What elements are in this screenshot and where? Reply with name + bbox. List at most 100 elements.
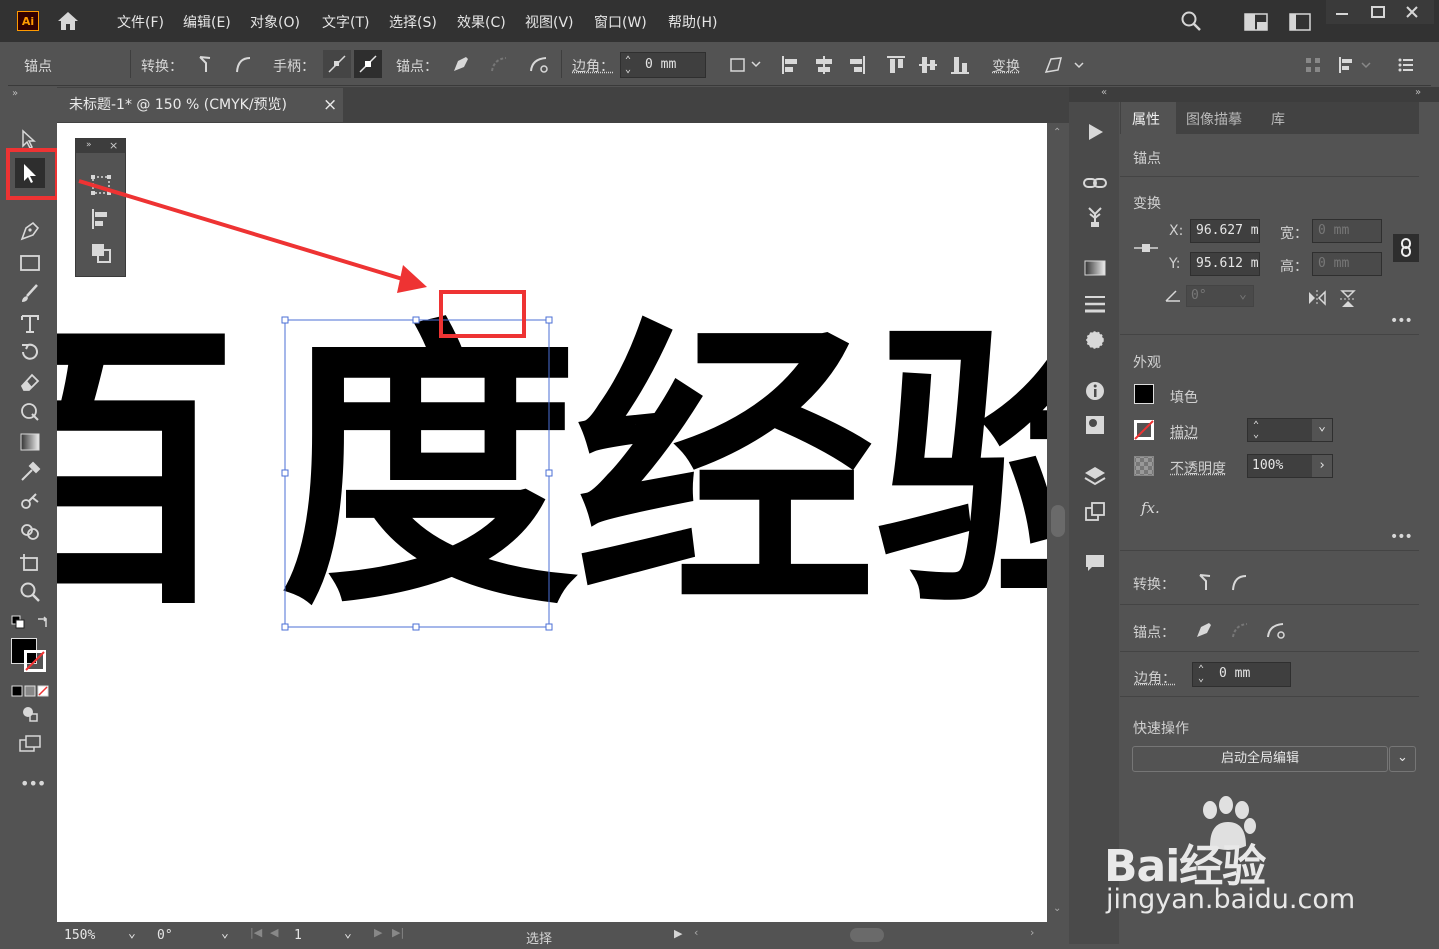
- eyedropper-tool-icon[interactable]: [18, 460, 42, 488]
- blend-tool-icon[interactable]: [18, 490, 42, 518]
- pathfinder-panel-icon[interactable]: [89, 241, 113, 265]
- horizontal-scrollbar[interactable]: ‹ ›: [690, 925, 1047, 945]
- remove-anchor-panel-icon[interactable]: [1193, 619, 1215, 645]
- rectangle-tool-icon[interactable]: [18, 252, 42, 278]
- menu-object[interactable]: 对象(O): [250, 12, 300, 32]
- reference-point-icon[interactable]: [1132, 238, 1160, 262]
- symbols-icon[interactable]: [1083, 204, 1107, 232]
- stroke-label[interactable]: 描边: [1170, 422, 1198, 442]
- artboard-select[interactable]: 1 ⌄: [290, 925, 362, 947]
- scrollbar-thumb[interactable]: [1051, 505, 1065, 537]
- menu-view[interactable]: 视图(V): [525, 12, 574, 32]
- menu-type[interactable]: 文字(T): [322, 12, 369, 32]
- flip-horizontal-icon[interactable]: [1306, 288, 1328, 312]
- edit-toolbar-icon[interactable]: •••: [20, 774, 46, 793]
- floating-panel[interactable]: » ×: [75, 138, 126, 277]
- shape-options-icon[interactable]: [728, 54, 762, 78]
- align-right-icon[interactable]: [845, 54, 867, 80]
- appearance-more-options-icon[interactable]: •••: [1390, 529, 1413, 545]
- eraser-tool-icon[interactable]: [18, 370, 42, 398]
- scroll-down-icon[interactable]: ⌄: [1053, 903, 1061, 914]
- chevron-right-icon[interactable]: ›: [1312, 455, 1332, 477]
- dock-collapse-right-icon[interactable]: »: [1415, 87, 1421, 98]
- corner-heading[interactable]: 边角：: [1134, 668, 1176, 688]
- search-icon[interactable]: [1180, 10, 1202, 36]
- dock-collapse-left-icon[interactable]: «: [1101, 87, 1107, 98]
- default-colors-icon[interactable]: [11, 614, 25, 633]
- menu-help[interactable]: 帮助(H): [668, 12, 717, 32]
- fx-button[interactable]: fx.: [1141, 499, 1160, 517]
- minimize-icon[interactable]: [1334, 4, 1350, 18]
- screen-mode-icon[interactable]: [18, 734, 42, 758]
- stroke-weight-dropdown-icon[interactable]: ⌄: [1312, 419, 1332, 441]
- shape-builder-tool-icon[interactable]: [18, 520, 42, 548]
- corner-stepper[interactable]: ⌃ ⌄ 0 mm: [620, 52, 706, 78]
- menu-window[interactable]: 窗口(W): [594, 12, 647, 32]
- play-action-icon[interactable]: [1084, 121, 1106, 147]
- opacity-swatch[interactable]: [1134, 456, 1154, 476]
- align-horizontal-center-icon[interactable]: [813, 54, 835, 80]
- convert-smooth-icon[interactable]: [1230, 572, 1250, 596]
- convert-to-smooth-icon[interactable]: [234, 54, 254, 78]
- transform-panel-icon[interactable]: [89, 173, 113, 197]
- artboards-panel-icon[interactable]: [1083, 500, 1107, 528]
- panel-menu-icon[interactable]: [1397, 57, 1415, 77]
- layers-panel-icon[interactable]: [1083, 464, 1107, 492]
- menu-file[interactable]: 文件(F): [117, 12, 164, 32]
- arrange-documents-icon[interactable]: [1244, 13, 1268, 35]
- artboard-tool-icon[interactable]: [18, 550, 42, 578]
- scroll-left-icon[interactable]: ‹: [694, 926, 698, 939]
- zoom-select[interactable]: 150% ⌄: [60, 925, 144, 947]
- global-edit-button[interactable]: 启动全局编辑: [1132, 746, 1388, 772]
- close-tab-icon[interactable]: ×: [323, 88, 337, 122]
- status-menu-icon[interactable]: ▶: [674, 927, 682, 940]
- menu-effect[interactable]: 效果(C): [457, 12, 506, 32]
- tab-libraries[interactable]: 库: [1271, 109, 1285, 129]
- comments-panel-icon[interactable]: [1083, 551, 1107, 579]
- swap-colors-icon[interactable]: [36, 614, 50, 633]
- convert-corner-icon[interactable]: [1196, 572, 1216, 596]
- remove-anchor-icon[interactable]: [450, 53, 472, 79]
- drawing-mode-icon[interactable]: [20, 704, 40, 728]
- gradient-tool-icon[interactable]: [18, 431, 42, 457]
- cut-path-panel-icon[interactable]: [1265, 619, 1287, 645]
- stroke-color-swatch[interactable]: [1133, 419, 1155, 445]
- tab-properties[interactable]: 属性: [1121, 102, 1176, 134]
- links-icon[interactable]: [1082, 172, 1108, 198]
- global-edit-options-button[interactable]: ⌄: [1389, 746, 1416, 772]
- rotate-tool-icon[interactable]: [18, 340, 42, 368]
- info-panel-icon[interactable]: [1083, 379, 1107, 407]
- tab-image-trace[interactable]: 图像描摹: [1186, 109, 1242, 129]
- zoom-tool-icon[interactable]: [18, 580, 42, 608]
- asset-export-icon[interactable]: [1083, 413, 1107, 441]
- puppet-warp-tool-icon[interactable]: [18, 400, 42, 428]
- scroll-up-icon[interactable]: ⌃: [1053, 127, 1061, 138]
- horizontal-scrollbar-thumb[interactable]: [850, 928, 884, 942]
- document-tab[interactable]: 未标题-1* @ 150 % (CMYK/预览) ×: [57, 88, 343, 122]
- transparency-panel-icon[interactable]: [1083, 328, 1107, 356]
- isolate-icon[interactable]: [1043, 55, 1087, 79]
- hide-handles-button[interactable]: [354, 50, 382, 78]
- vertical-scrollbar-track[interactable]: ⌃ ⌄: [1048, 123, 1068, 922]
- floating-panel-collapse-icon[interactable]: »: [86, 140, 92, 150]
- corner-radius-stepper[interactable]: ⌃ ⌄ 0 mm: [1192, 662, 1291, 687]
- x-input[interactable]: 96.627 m: [1190, 219, 1260, 243]
- opacity-label[interactable]: 不透明度: [1170, 458, 1226, 478]
- cut-path-icon[interactable]: [528, 53, 550, 79]
- show-handles-button[interactable]: [323, 50, 351, 78]
- flip-vertical-icon[interactable]: [1338, 288, 1358, 314]
- convert-to-corner-icon[interactable]: [196, 54, 216, 78]
- align-options-icon[interactable]: [1336, 55, 1376, 79]
- home-icon[interactable]: [56, 10, 80, 36]
- floating-panel-close-icon[interactable]: ×: [109, 139, 118, 152]
- align-left-icon[interactable]: [780, 54, 802, 80]
- stroke-swatch[interactable]: [23, 649, 47, 673]
- constrain-proportions-button[interactable]: [1393, 234, 1419, 262]
- opacity-input[interactable]: 100% ›: [1247, 454, 1333, 478]
- canvas[interactable]: 百 度 经 验 » ×: [57, 123, 1047, 922]
- type-tool-icon[interactable]: [18, 312, 42, 340]
- toolbar-collapse-icon[interactable]: »: [12, 88, 18, 99]
- glyph-du[interactable]: 度: [279, 321, 579, 621]
- transform-link[interactable]: 变换: [992, 56, 1020, 76]
- maximize-icon[interactable]: [1370, 4, 1386, 18]
